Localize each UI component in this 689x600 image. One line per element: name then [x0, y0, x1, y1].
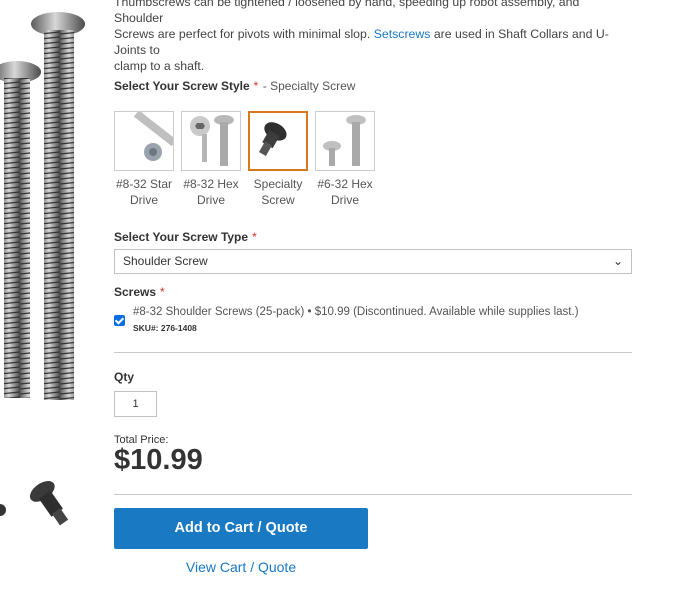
selected-style-value: - Specialty Screw	[262, 79, 356, 93]
chevron-down-icon: ⌄	[612, 254, 623, 268]
description-line: Thumbscrews can be tightened / loosened …	[114, 0, 580, 25]
screw-type-value: Shoulder Screw	[123, 254, 208, 268]
product-image	[0, 12, 85, 526]
description-line: Screws are perfect for pivots with minim…	[114, 27, 609, 57]
screw-style-swatches: #8-32 Star Drive #8-32 Hex Drive Special…	[114, 111, 382, 208]
divider	[114, 352, 632, 353]
screw-option-checkbox[interactable]	[114, 315, 125, 326]
required-mark: *	[253, 79, 259, 93]
star-drive-screw-image	[114, 111, 174, 171]
required-mark: *	[160, 285, 165, 299]
add-to-cart-button[interactable]: Add to Cart / Quote	[114, 508, 368, 549]
required-mark: *	[252, 230, 257, 244]
screw-style-label: Select Your Screw Style * - Specialty Scr…	[114, 79, 356, 93]
screw-option-sku: SKU#: 276-1408	[133, 323, 197, 333]
qty-input[interactable]: 1	[114, 391, 157, 417]
swatch-star-drive[interactable]: #8-32 Star Drive	[114, 111, 174, 208]
screw-type-select[interactable]: Shoulder Screw ⌄	[114, 249, 632, 274]
divider	[114, 494, 632, 495]
specialty-screw-image	[248, 111, 308, 171]
swatch-hex-drive-8-32[interactable]: #8-32 Hex Drive	[181, 111, 241, 208]
description-line: clamp to a shaft.	[114, 59, 205, 73]
hex-drive-screw-image	[181, 111, 241, 171]
hex-drive-screw-image	[315, 111, 375, 171]
screw-option-label: #8-32 Shoulder Screws (25-pack) • $10.99…	[133, 306, 579, 318]
screws-label: Screws *	[114, 285, 165, 299]
product-image-gallery[interactable]	[0, 0, 100, 600]
product-description: Thumbscrews can be tightened / loosened …	[114, 0, 629, 74]
screw-type-label: Select Your Screw Type *	[114, 230, 257, 244]
qty-label: Qty	[114, 370, 135, 384]
swatch-specialty-screw[interactable]: Specialty Screw	[248, 111, 308, 208]
swatch-hex-drive-6-32[interactable]: #6-32 Hex Drive	[315, 111, 375, 208]
total-price: $10.99	[114, 444, 203, 476]
setscrews-link[interactable]: Setscrews	[374, 27, 431, 41]
view-cart-link[interactable]: View Cart / Quote	[114, 559, 368, 575]
